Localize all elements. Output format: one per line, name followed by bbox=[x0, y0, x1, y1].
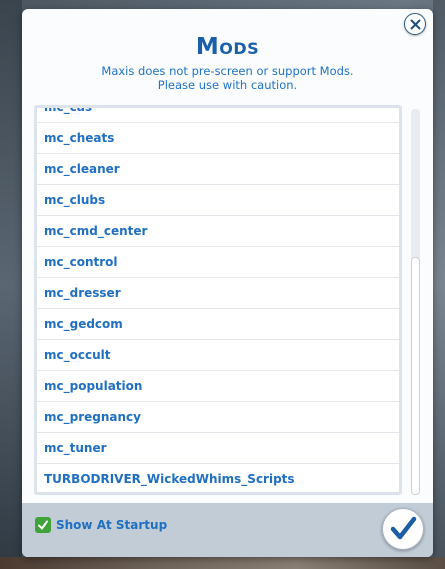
list-item[interactable]: mc_occult bbox=[37, 339, 399, 370]
game-backdrop-right bbox=[433, 0, 445, 569]
list-item[interactable]: TURBODRIVER_WickedWhims_Scripts bbox=[37, 463, 399, 492]
confirm-button[interactable] bbox=[382, 508, 424, 550]
close-button[interactable] bbox=[404, 13, 426, 35]
list-item[interactable]: mc_tuner bbox=[37, 432, 399, 463]
list-item[interactable]: mc_cmd_center bbox=[37, 215, 399, 246]
subtitle-line-2: Please use with caution. bbox=[157, 78, 298, 92]
list-scrollbar[interactable] bbox=[411, 109, 420, 495]
dialog-footer: Show At Startup bbox=[22, 503, 433, 557]
mods-list[interactable]: mc_cas mc_cheats mc_cleaner mc_clubs mc_… bbox=[34, 105, 402, 495]
list-item[interactable]: mc_control bbox=[37, 246, 399, 277]
game-backdrop-bottom bbox=[0, 557, 445, 569]
close-icon bbox=[410, 19, 420, 29]
dialog-subtitle: Maxis does not pre-screen or support Mod… bbox=[22, 64, 433, 92]
scrollbar-thumb[interactable] bbox=[411, 257, 420, 495]
mods-dialog: Mods Maxis does not pre-screen or suppor… bbox=[22, 9, 433, 557]
list-item[interactable]: mc_population bbox=[37, 370, 399, 401]
list-item[interactable]: mc_cas bbox=[37, 108, 399, 122]
list-item[interactable]: mc_cheats bbox=[37, 122, 399, 153]
list-item[interactable]: mc_pregnancy bbox=[37, 401, 399, 432]
subtitle-line-1: Maxis does not pre-screen or support Mod… bbox=[101, 64, 354, 78]
list-item[interactable]: mc_gedcom bbox=[37, 308, 399, 339]
show-at-startup-label[interactable]: Show At Startup bbox=[56, 517, 167, 533]
list-item[interactable]: mc_cleaner bbox=[37, 153, 399, 184]
game-backdrop-left bbox=[0, 0, 22, 569]
checkmark-icon bbox=[390, 516, 417, 540]
show-at-startup-checkbox[interactable] bbox=[35, 517, 51, 533]
list-item[interactable]: mc_clubs bbox=[37, 184, 399, 215]
list-item[interactable]: mc_dresser bbox=[37, 277, 399, 308]
checkbox-check-icon bbox=[38, 520, 48, 530]
dialog-title: Mods bbox=[195, 34, 260, 60]
